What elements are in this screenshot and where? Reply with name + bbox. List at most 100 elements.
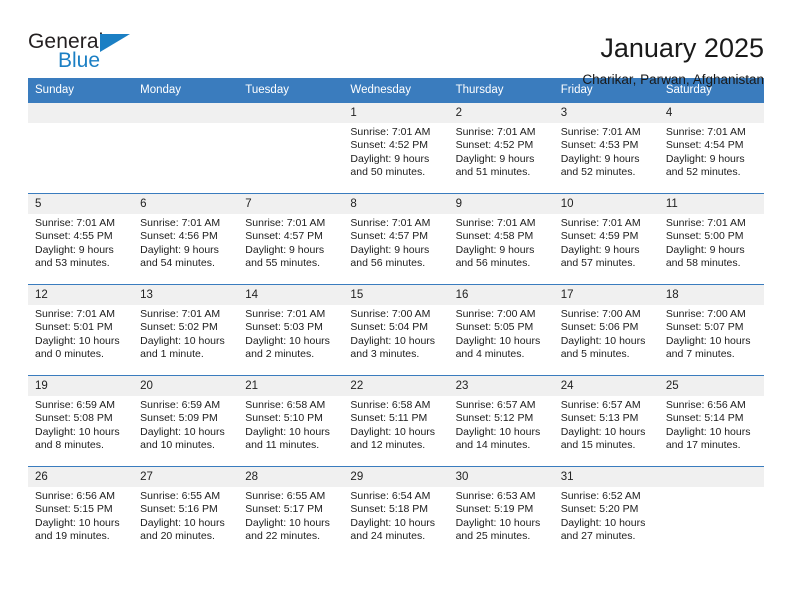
day-info-daylight2: and 15 minutes.	[560, 439, 636, 452]
calendar-day-cell[interactable]: 10 Sunrise: 7:01 AM Sunset: 4:59 PM Dayligh…	[553, 193, 659, 285]
day-info-sunset: Sunset: 5:17 PM	[245, 503, 323, 516]
calendar-day-cell[interactable]: 12 Sunrise: 7:01 AM Sunset: 5:01 PM Dayligh…	[28, 284, 134, 376]
calendar-day-cell[interactable]: 30 Sunrise: 6:53 AM Sunset: 5:19 PM Dayligh…	[448, 466, 554, 557]
day-info-sunset: Sunset: 5:20 PM	[560, 503, 639, 516]
day-info-sunset: Sunset: 5:03 PM	[245, 321, 323, 334]
calendar-day-cell[interactable]: 26 Sunrise: 6:56 AM Sunset: 5:15 PM Dayligh…	[28, 466, 134, 557]
day-info-sunset: Sunset: 5:06 PM	[560, 321, 639, 334]
calendar-day-cell[interactable]: 13 Sunrise: 7:01 AM Sunset: 5:02 PM Dayligh…	[133, 284, 239, 376]
day-info-daylight2: and 27 minutes.	[560, 530, 636, 543]
day-cell-content: 21 Sunrise: 6:58 AM Sunset: 5:10 PM Dayligh…	[238, 376, 344, 466]
calendar-day-cell	[133, 102, 239, 194]
day-info-daylight1: Daylight: 10 hours	[35, 516, 120, 529]
calendar-day-cell[interactable]: 24 Sunrise: 6:57 AM Sunset: 5:13 PM Dayligh…	[553, 375, 659, 467]
day-info-daylight1: Daylight: 10 hours	[245, 516, 330, 529]
day-cell-content: 16 Sunrise: 7:00 AM Sunset: 5:05 PM Dayligh…	[448, 285, 554, 375]
day-info-daylight2: and 24 minutes.	[350, 530, 426, 543]
general-blue-logo[interactable]: General Blue	[28, 30, 148, 76]
day-info-daylight1: Daylight: 10 hours	[665, 334, 751, 347]
day-info-daylight2: and 3 minutes.	[350, 348, 420, 361]
calendar-day-cell[interactable]: 18 Sunrise: 7:00 AM Sunset: 5:07 PM Dayligh…	[658, 284, 764, 376]
day-sun-info: Sunrise: 6:59 AM Sunset: 5:09 PM Daylight:…	[133, 396, 238, 453]
day-info-daylight1: Daylight: 9 hours	[560, 152, 640, 165]
day-number: 29	[343, 467, 449, 487]
calendar-day-cell[interactable]: 6 Sunrise: 7:01 AM Sunset: 4:56 PM Daylight…	[133, 193, 239, 285]
day-info-sunset: Sunset: 5:05 PM	[455, 321, 534, 334]
day-cell-content: 30 Sunrise: 6:53 AM Sunset: 5:19 PM Dayligh…	[448, 467, 554, 557]
day-number: 5	[28, 194, 134, 214]
day-cell-content: 15 Sunrise: 7:00 AM Sunset: 5:04 PM Dayligh…	[343, 285, 449, 375]
calendar-day-cell[interactable]: 7 Sunrise: 7:01 AM Sunset: 4:57 PM Daylight…	[238, 193, 344, 285]
day-info-daylight1: Daylight: 10 hours	[560, 334, 646, 347]
day-cell-content: 8 Sunrise: 7:01 AM Sunset: 4:57 PM Daylight…	[343, 194, 449, 284]
calendar-day-cell[interactable]: 19 Sunrise: 6:59 AM Sunset: 5:08 PM Dayligh…	[28, 375, 134, 467]
day-info-daylight1: Daylight: 10 hours	[245, 425, 330, 438]
day-number: 16	[448, 285, 554, 305]
day-info-sunrise: Sunrise: 6:56 AM	[35, 490, 115, 502]
day-number	[133, 103, 239, 123]
weekday-header-thursday: Thursday	[448, 78, 554, 103]
day-cell-content: 2 Sunrise: 7:01 AM Sunset: 4:52 PM Daylight…	[448, 103, 554, 193]
calendar-day-cell[interactable]: 22 Sunrise: 6:58 AM Sunset: 5:11 PM Dayligh…	[343, 375, 449, 467]
calendar-day-cell[interactable]: 2 Sunrise: 7:01 AM Sunset: 4:52 PM Daylight…	[448, 102, 554, 194]
day-number: 26	[28, 467, 134, 487]
weekday-header-monday: Monday	[133, 78, 239, 103]
calendar-day-cell[interactable]: 17 Sunrise: 7:00 AM Sunset: 5:06 PM Dayligh…	[553, 284, 659, 376]
calendar-day-cell[interactable]: 21 Sunrise: 6:58 AM Sunset: 5:10 PM Dayligh…	[238, 375, 344, 467]
calendar-day-cell[interactable]: 20 Sunrise: 6:59 AM Sunset: 5:09 PM Dayligh…	[133, 375, 239, 467]
calendar-day-cell[interactable]: 25 Sunrise: 6:56 AM Sunset: 5:14 PM Dayligh…	[658, 375, 764, 467]
calendar-day-cell[interactable]: 9 Sunrise: 7:01 AM Sunset: 4:58 PM Daylight…	[448, 193, 554, 285]
day-sun-info: Sunrise: 7:01 AM Sunset: 4:58 PM Daylight:…	[449, 214, 554, 271]
day-cell-content: 20 Sunrise: 6:59 AM Sunset: 5:09 PM Dayligh…	[133, 376, 239, 466]
day-info-sunrise: Sunrise: 6:58 AM	[245, 399, 326, 411]
calendar-day-cell[interactable]: 1 Sunrise: 7:01 AM Sunset: 4:52 PM Daylight…	[343, 102, 449, 194]
day-info-sunrise: Sunrise: 7:00 AM	[665, 308, 746, 320]
calendar-day-cell[interactable]: 11 Sunrise: 7:01 AM Sunset: 5:00 PM Dayligh…	[658, 193, 764, 285]
day-sun-info: Sunrise: 7:00 AM Sunset: 5:05 PM Daylight:…	[449, 305, 554, 362]
calendar-day-cell[interactable]: 27 Sunrise: 6:55 AM Sunset: 5:16 PM Dayligh…	[133, 466, 239, 557]
calendar-day-cell[interactable]: 8 Sunrise: 7:01 AM Sunset: 4:57 PM Daylight…	[343, 193, 449, 285]
day-number: 28	[238, 467, 344, 487]
day-info-daylight2: and 12 minutes.	[350, 439, 426, 452]
day-cell-content: 17 Sunrise: 7:00 AM Sunset: 5:06 PM Dayligh…	[553, 285, 659, 375]
day-info-sunrise: Sunrise: 7:01 AM	[350, 217, 431, 229]
weekday-header-sunday: Sunday	[28, 78, 134, 103]
day-info-sunrise: Sunrise: 7:01 AM	[560, 126, 641, 138]
day-cell-content: 7 Sunrise: 7:01 AM Sunset: 4:57 PM Daylight…	[238, 194, 344, 284]
day-cell-content: 18 Sunrise: 7:00 AM Sunset: 5:07 PM Dayligh…	[658, 285, 764, 375]
day-info-sunset: Sunset: 5:10 PM	[245, 412, 323, 425]
calendar-day-cell[interactable]: 15 Sunrise: 7:00 AM Sunset: 5:04 PM Dayligh…	[343, 284, 449, 376]
day-info-daylight1: Daylight: 10 hours	[455, 516, 541, 529]
day-number	[28, 103, 134, 123]
day-info-daylight1: Daylight: 10 hours	[35, 425, 120, 438]
calendar-day-cell[interactable]: 28 Sunrise: 6:55 AM Sunset: 5:17 PM Dayligh…	[238, 466, 344, 557]
day-info-daylight2: and 1 minute.	[140, 348, 204, 361]
day-sun-info: Sunrise: 6:56 AM Sunset: 5:15 PM Daylight:…	[28, 487, 133, 544]
day-info-sunset: Sunset: 5:11 PM	[350, 412, 428, 425]
day-info-sunset: Sunset: 4:55 PM	[35, 230, 113, 243]
day-cell-content: 22 Sunrise: 6:58 AM Sunset: 5:11 PM Dayligh…	[343, 376, 449, 466]
day-sun-info: Sunrise: 6:53 AM Sunset: 5:19 PM Daylight:…	[449, 487, 554, 544]
calendar-day-cell[interactable]: 23 Sunrise: 6:57 AM Sunset: 5:12 PM Dayligh…	[448, 375, 554, 467]
day-info-daylight2: and 56 minutes.	[455, 257, 531, 270]
calendar-day-cell[interactable]: 5 Sunrise: 7:01 AM Sunset: 4:55 PM Daylight…	[28, 193, 134, 285]
day-sun-info: Sunrise: 7:01 AM Sunset: 4:52 PM Daylight:…	[343, 123, 448, 180]
day-number: 10	[553, 194, 659, 214]
day-info-sunset: Sunset: 5:07 PM	[665, 321, 744, 334]
calendar-day-cell[interactable]: 31 Sunrise: 6:52 AM Sunset: 5:20 PM Dayligh…	[553, 466, 659, 557]
calendar-day-cell[interactable]: 3 Sunrise: 7:01 AM Sunset: 4:53 PM Daylight…	[553, 102, 659, 194]
day-info-sunrise: Sunrise: 6:59 AM	[140, 399, 221, 411]
day-cell-content: 1 Sunrise: 7:01 AM Sunset: 4:52 PM Daylight…	[343, 103, 449, 193]
day-info-daylight2: and 54 minutes.	[140, 257, 215, 270]
calendar-day-cell[interactable]: 16 Sunrise: 7:00 AM Sunset: 5:05 PM Dayligh…	[448, 284, 554, 376]
calendar-day-cell[interactable]: 4 Sunrise: 7:01 AM Sunset: 4:54 PM Daylight…	[658, 102, 764, 194]
day-info-sunset: Sunset: 5:19 PM	[455, 503, 534, 516]
day-info-daylight2: and 14 minutes.	[455, 439, 531, 452]
day-number: 23	[448, 376, 554, 396]
day-info-sunrise: Sunrise: 7:01 AM	[35, 217, 115, 229]
calendar-day-cell[interactable]: 29 Sunrise: 6:54 AM Sunset: 5:18 PM Dayligh…	[343, 466, 449, 557]
day-info-sunset: Sunset: 5:08 PM	[35, 412, 113, 425]
day-info-daylight2: and 52 minutes.	[560, 166, 636, 179]
day-info-sunset: Sunset: 4:58 PM	[455, 230, 534, 243]
calendar-day-cell[interactable]: 14 Sunrise: 7:01 AM Sunset: 5:03 PM Dayligh…	[238, 284, 344, 376]
